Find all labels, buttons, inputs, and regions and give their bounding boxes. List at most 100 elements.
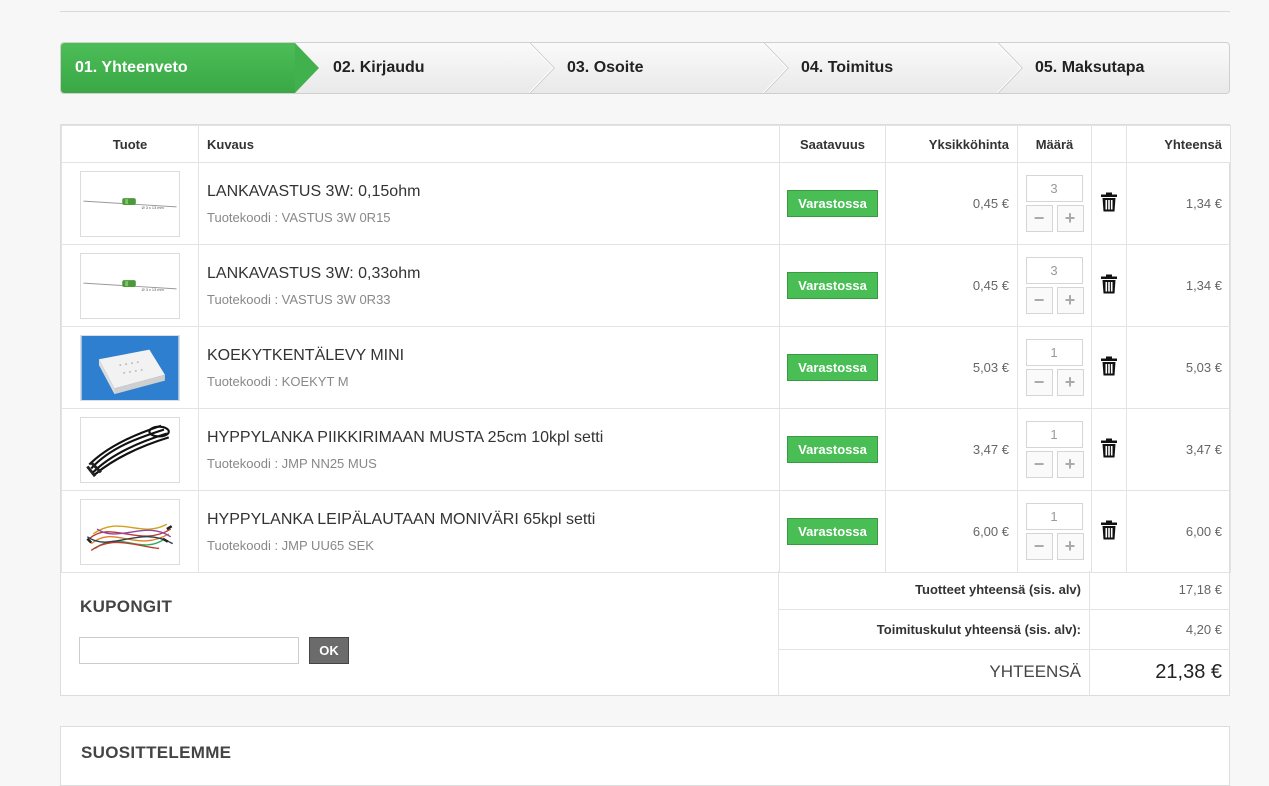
coupon-input[interactable] <box>79 637 299 664</box>
step-address[interactable]: 03. Osoite <box>553 43 763 93</box>
product-code: Tuotekoodi : JMP UU65 SEK <box>207 537 374 553</box>
product-code: Tuotekoodi : VASTUS 3W 0R15 <box>207 209 391 225</box>
availability-badge: Varastossa <box>787 272 878 299</box>
step-payment-label: 05. Maksutapa <box>1035 59 1145 76</box>
quantity-stepper: − + <box>1025 421 1084 478</box>
quantity-input[interactable] <box>1025 257 1083 284</box>
quantity-stepper: − + <box>1025 339 1084 396</box>
trash-icon[interactable] <box>1100 438 1118 461</box>
unit-price: 6,00 € <box>885 490 1018 573</box>
decrease-quantity-button[interactable]: − <box>1025 205 1053 232</box>
table-row: Ø 3 x 13 mm LANKAVASTUS 3W: 0,15ohm Tuot… <box>61 162 1231 245</box>
top-divider <box>60 11 1230 12</box>
step-separator <box>763 43 789 93</box>
availability-badge: Varastossa <box>787 354 878 381</box>
shipping-total-label: Toimituskulut yhteensä (sis. alv): <box>779 610 1090 649</box>
product-thumbnail[interactable] <box>80 334 180 401</box>
availability-badge: Varastossa <box>787 190 878 217</box>
recommendations-panel: SUOSITTELEMME <box>60 726 1230 786</box>
row-total: 5,03 € <box>1126 326 1231 409</box>
step-separator <box>997 43 1023 93</box>
product-description-cell: LANKAVASTUS 3W: 0,15ohm Tuotekoodi : VAS… <box>198 162 780 245</box>
quantity-input[interactable] <box>1025 175 1083 202</box>
increase-quantity-button[interactable]: + <box>1056 451 1084 478</box>
quantity-stepper: − + <box>1025 257 1084 314</box>
quantity-input[interactable] <box>1025 503 1083 530</box>
trash-icon[interactable] <box>1100 520 1118 543</box>
delete-cell <box>1091 490 1127 573</box>
increase-quantity-button[interactable]: + <box>1056 287 1084 314</box>
step-login[interactable]: 02. Kirjaudu <box>319 43 529 93</box>
trash-icon[interactable] <box>1100 192 1118 215</box>
recommendations-title: SUOSITTELEMME <box>81 743 232 762</box>
coupon-ok-button[interactable]: OK <box>309 637 349 664</box>
svg-text:Ø 3 x 13 mm: Ø 3 x 13 mm <box>142 204 164 209</box>
col-header-total: Yhteensä <box>1126 125 1231 163</box>
product-image-cell <box>61 326 199 409</box>
quantity-cell: − + <box>1017 408 1092 491</box>
product-thumbnail[interactable] <box>80 416 180 483</box>
step-delivery[interactable]: 04. Toimitus <box>787 43 997 93</box>
product-code: Tuotekoodi : JMP NN25 MUS <box>207 455 377 471</box>
availability-cell: Varastossa <box>779 326 886 409</box>
grand-total-label: YHTEENSÄ <box>779 650 1090 696</box>
decrease-quantity-button[interactable]: − <box>1025 369 1053 396</box>
products-total-value: 17,18 € <box>1178 582 1222 597</box>
col-header-unit-price: Yksikköhinta <box>885 125 1018 163</box>
row-total: 3,47 € <box>1126 408 1231 491</box>
col-header-description: Kuvaus <box>198 125 780 163</box>
shipping-total-value: 4,20 € <box>1185 622 1222 637</box>
trash-icon[interactable] <box>1100 356 1118 379</box>
quantity-cell: − + <box>1017 244 1092 327</box>
increase-quantity-button[interactable]: + <box>1056 369 1084 396</box>
product-image-cell: Ø 3 x 13 mm <box>61 162 199 245</box>
svg-text:Ø 3 x 13 mm: Ø 3 x 13 mm <box>142 286 164 291</box>
row-total: 6,00 € <box>1126 490 1231 573</box>
table-row: HYPPYLANKA PIIKKIRIMAAN MUSTA 25cm 10kpl… <box>61 408 1231 491</box>
delete-cell <box>1091 244 1127 327</box>
table-row: Ø 3 x 13 mm LANKAVASTUS 3W: 0,33ohm Tuot… <box>61 244 1231 327</box>
availability-cell: Varastossa <box>779 408 886 491</box>
increase-quantity-button[interactable]: + <box>1056 205 1084 232</box>
quantity-stepper: − + <box>1025 175 1084 232</box>
checkout-steps: 01. Yhteenveto 02. Kirjaudu 03. Osoite 0… <box>60 42 1230 94</box>
coupon-title: KUPONGIT <box>80 597 173 616</box>
product-name[interactable]: LANKAVASTUS 3W: 0,33ohm <box>199 265 779 283</box>
trash-icon[interactable] <box>1100 274 1118 297</box>
decrease-quantity-button[interactable]: − <box>1025 287 1053 314</box>
product-image-cell <box>61 490 199 573</box>
product-name[interactable]: HYPPYLANKA PIIKKIRIMAAN MUSTA 25cm 10kpl… <box>199 429 779 447</box>
decrease-quantity-button[interactable]: − <box>1025 533 1053 560</box>
delete-cell <box>1091 408 1127 491</box>
quantity-input[interactable] <box>1025 421 1083 448</box>
product-thumbnail[interactable]: Ø 3 x 13 mm <box>80 252 180 319</box>
col-header-product: Tuote <box>61 125 199 163</box>
quantity-cell: − + <box>1017 326 1092 409</box>
product-thumbnail[interactable] <box>80 498 180 565</box>
col-header-quantity: Määrä <box>1017 125 1092 163</box>
unit-price: 3,47 € <box>885 408 1018 491</box>
step-payment[interactable]: 05. Maksutapa <box>1021 43 1229 93</box>
quantity-input[interactable] <box>1025 339 1083 366</box>
product-thumbnail[interactable]: Ø 3 x 13 mm <box>80 170 180 237</box>
product-name[interactable]: LANKAVASTUS 3W: 0,15ohm <box>199 183 779 201</box>
product-description-cell: LANKAVASTUS 3W: 0,33ohm Tuotekoodi : VAS… <box>198 244 780 327</box>
product-image-cell <box>61 408 199 491</box>
table-row: KOEKYTKENTÄLEVY MINI Tuotekoodi : KOEKYT… <box>61 326 1231 409</box>
row-total: 1,34 € <box>1126 244 1231 327</box>
cart-table: Tuote Kuvaus Saatavuus Yksikköhinta Määr… <box>61 125 1231 573</box>
product-name[interactable]: HYPPYLANKA LEIPÄLAUTAAN MONIVÄRI 65kpl s… <box>199 511 779 529</box>
delete-cell <box>1091 326 1127 409</box>
product-name[interactable]: KOEKYTKENTÄLEVY MINI <box>199 347 779 365</box>
step-summary[interactable]: 01. Yhteenveto <box>61 43 319 93</box>
product-description-cell: KOEKYTKENTÄLEVY MINI Tuotekoodi : KOEKYT… <box>198 326 780 409</box>
decrease-quantity-button[interactable]: − <box>1025 451 1053 478</box>
availability-badge: Varastossa <box>787 436 878 463</box>
unit-price: 0,45 € <box>885 162 1018 245</box>
col-header-availability: Saatavuus <box>779 125 886 163</box>
unit-price: 5,03 € <box>885 326 1018 409</box>
step-separator <box>529 43 555 93</box>
unit-price: 0,45 € <box>885 244 1018 327</box>
step-login-label: 02. Kirjaudu <box>333 59 425 76</box>
increase-quantity-button[interactable]: + <box>1056 533 1084 560</box>
